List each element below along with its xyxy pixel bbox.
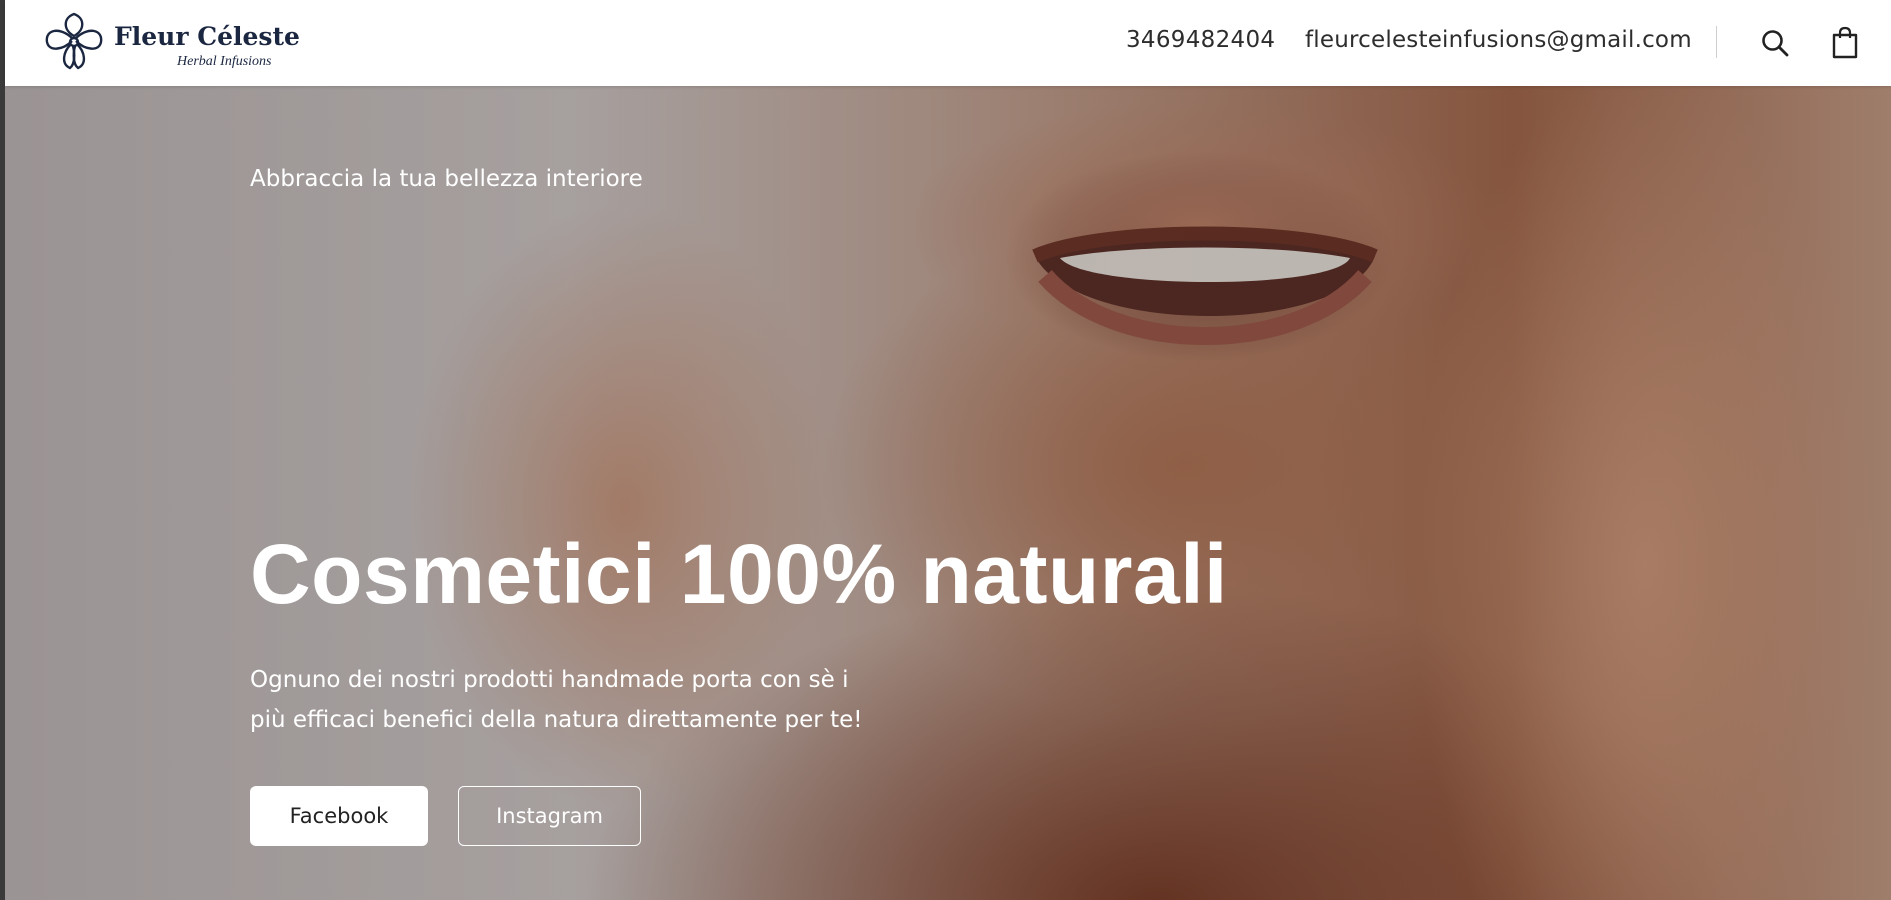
cart-button[interactable] [1827, 24, 1863, 62]
orchid-logo-icon [45, 12, 103, 70]
hero-eyebrow: Abbraccia la tua bellezza interiore [250, 166, 643, 192]
hero-overlay [5, 86, 1891, 900]
instagram-button[interactable]: Instagram [458, 786, 641, 846]
email-link[interactable]: fleurcelesteinfusions@gmail.com [1305, 27, 1692, 53]
shopping-bag-icon [1832, 26, 1858, 59]
hero-description: Ognuno dei nostri prodotti handmade port… [250, 667, 863, 733]
header-divider [1716, 26, 1717, 58]
facebook-button[interactable]: Facebook [250, 786, 428, 846]
search-button[interactable] [1757, 24, 1793, 62]
phone-link[interactable]: 3469482404 [1126, 27, 1275, 53]
hero-banner: Abbraccia la tua bellezza interiore Cosm… [5, 86, 1891, 900]
logo[interactable]: Fleur Céleste Herbal Infusions [41, 8, 300, 78]
hero-headline: Cosmetici 100% naturali [250, 527, 1228, 621]
logo-title: Fleur Céleste [114, 22, 300, 51]
site-header: Fleur Céleste Herbal Infusions 346948240… [5, 0, 1891, 86]
logo-subtitle: Herbal Infusions [177, 54, 272, 69]
search-icon [1762, 30, 1789, 57]
